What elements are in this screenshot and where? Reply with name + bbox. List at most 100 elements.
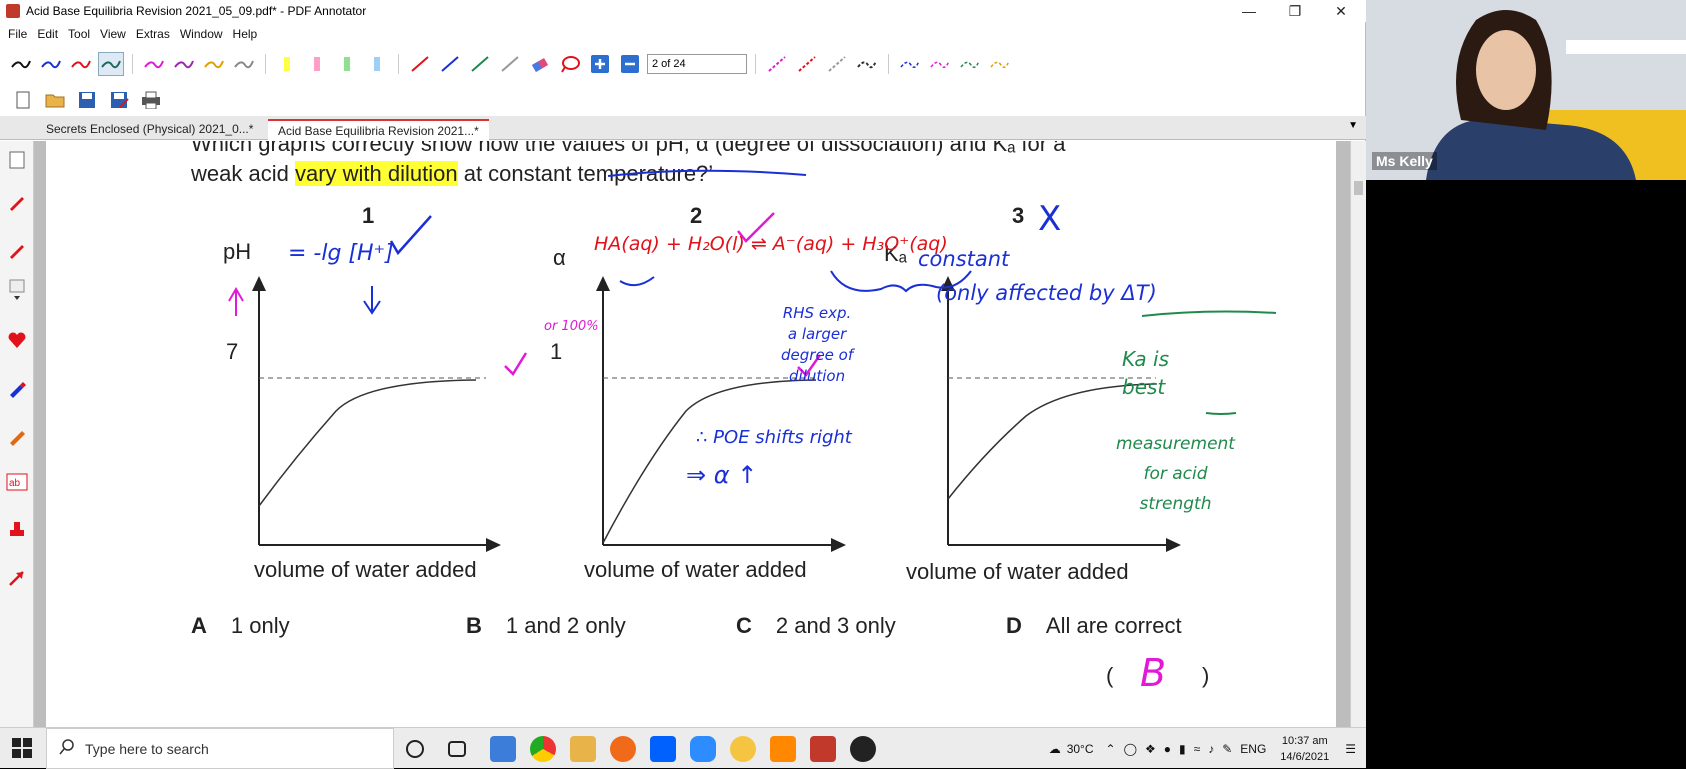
document-view[interactable]: Which graphs correctly show how the valu… — [34, 141, 1350, 727]
volume-icon[interactable]: ♪ — [1208, 742, 1214, 756]
select-tool-icon[interactable] — [4, 147, 30, 173]
favorites-heart-icon[interactable] — [4, 327, 30, 353]
brace-ha — [619, 276, 655, 287]
pen-red-icon[interactable] — [68, 52, 94, 76]
brush-tool-icon[interactable] — [4, 423, 30, 449]
new-document-icon[interactable] — [10, 88, 36, 112]
page-number-field[interactable] — [647, 54, 747, 74]
tick-graph-1-curve — [504, 352, 528, 376]
dash-gray-icon[interactable] — [824, 52, 850, 76]
menu-extras[interactable]: Extras — [136, 27, 170, 41]
zoom-in-icon[interactable] — [587, 52, 613, 76]
network-icon[interactable]: ◯ — [1124, 742, 1137, 756]
file-explorer-icon[interactable] — [490, 736, 516, 762]
firefox-icon[interactable] — [610, 736, 636, 762]
menu-window[interactable]: Window — [180, 27, 223, 41]
folder-icon[interactable] — [570, 736, 596, 762]
pen-purple-icon[interactable] — [171, 52, 197, 76]
tab-secrets-enclosed[interactable]: Secrets Enclosed (Physical) 2021_0...* — [36, 119, 263, 140]
curve-green-icon[interactable] — [957, 52, 983, 76]
menu-tool[interactable]: Tool — [68, 27, 90, 41]
line-red-icon[interactable] — [407, 52, 433, 76]
save-as-icon[interactable] — [106, 88, 132, 112]
measurement-line-2: for acid — [1143, 464, 1208, 484]
wifi-icon[interactable]: ≈ — [1194, 742, 1201, 756]
close-button[interactable]: ✕ — [1318, 0, 1364, 22]
zoom-icon[interactable] — [690, 736, 716, 762]
line-blue-icon[interactable] — [437, 52, 463, 76]
line-gray-icon[interactable] — [497, 52, 523, 76]
vertical-scrollbar[interactable] — [1350, 141, 1366, 727]
highlighter-tool-icon[interactable] — [4, 237, 30, 263]
chevron-up-icon[interactable]: ⌃ — [1106, 742, 1116, 756]
rhs-line-4: dilution — [789, 367, 846, 385]
save-icon[interactable] — [74, 88, 100, 112]
menu-edit[interactable]: Edit — [37, 27, 58, 41]
cortana-icon[interactable] — [406, 740, 424, 758]
underline-constant-temperature — [607, 169, 807, 177]
poe-annotation: ∴ POE shifts right — [696, 427, 852, 448]
pen-gray-icon[interactable] — [231, 52, 257, 76]
line-green-icon[interactable] — [467, 52, 493, 76]
taskbar-search[interactable]: Type here to search — [46, 728, 394, 769]
app-icon[interactable] — [850, 736, 876, 762]
dropbox-tray-icon[interactable]: ❖ — [1145, 742, 1156, 756]
task-view-icon[interactable] — [448, 741, 466, 757]
pen-black-icon[interactable] — [8, 52, 34, 76]
pen-blue-icon[interactable] — [38, 52, 64, 76]
pen-icon[interactable]: ✎ — [1222, 742, 1232, 756]
highlighter-blue-icon[interactable] — [364, 52, 390, 76]
page-panel-icon[interactable] — [4, 277, 30, 303]
ph-formula-annotation: = -lg [H⁺] — [288, 241, 394, 266]
option-d-text: All are correct — [1045, 613, 1182, 638]
vlc-icon[interactable] — [770, 736, 796, 762]
chrome-icon[interactable] — [530, 736, 556, 762]
battery-icon[interactable]: ▮ — [1179, 742, 1186, 756]
notifications-icon[interactable]: ☰ — [1345, 742, 1356, 756]
pen-tool-icon[interactable] — [4, 189, 30, 215]
minimize-button[interactable]: — — [1226, 0, 1272, 22]
tab-acid-base[interactable]: Acid Base Equilibria Revision 2021...* — [268, 119, 489, 140]
print-icon[interactable] — [138, 88, 164, 112]
dash-magenta-icon[interactable] — [764, 52, 790, 76]
pen-green-icon[interactable] — [98, 52, 124, 76]
temperature[interactable]: 30°C — [1067, 742, 1094, 756]
highlighter-green-icon[interactable] — [334, 52, 360, 76]
open-folder-icon[interactable] — [42, 88, 68, 112]
pen-orange-icon[interactable] — [201, 52, 227, 76]
dash-black-icon[interactable] — [854, 52, 880, 76]
tool-sidebar: ab — [0, 141, 34, 727]
arrow-tool-icon[interactable] — [4, 565, 30, 591]
menu-view[interactable]: View — [100, 27, 126, 41]
option-b-text: 1 and 2 only — [505, 613, 626, 638]
pdf-annotator-icon[interactable] — [810, 736, 836, 762]
marker-tool-icon[interactable] — [4, 375, 30, 401]
search-icon — [59, 739, 75, 758]
maximize-button[interactable]: ❐ — [1272, 0, 1318, 22]
language[interactable]: ENG — [1240, 742, 1266, 756]
curve-orange-icon[interactable] — [987, 52, 1013, 76]
clock[interactable]: 10:37 am 14/6/2021 — [1280, 733, 1329, 765]
windows-start-icon[interactable] — [12, 738, 32, 763]
scrollbar-thumb[interactable] — [1354, 181, 1363, 195]
pen-magenta-icon[interactable] — [141, 52, 167, 76]
zoom-out-icon[interactable] — [617, 52, 643, 76]
only-affected-annotation: (only affected by ΔT) — [936, 281, 1157, 305]
menu-help[interactable]: Help — [233, 27, 258, 41]
curve-magenta-icon[interactable] — [927, 52, 953, 76]
eraser-icon[interactable] — [527, 52, 553, 76]
highlighter-yellow-icon[interactable] — [274, 52, 300, 76]
stamp-tool-icon[interactable] — [4, 517, 30, 543]
answer-paren-left: ( — [1106, 663, 1114, 688]
whiteboard-icon[interactable] — [730, 736, 756, 762]
weather-icon[interactable]: ☁ — [1049, 742, 1061, 756]
menu-file[interactable]: File — [8, 27, 27, 41]
lasso-icon[interactable] — [557, 52, 583, 76]
highlighter-pink-icon[interactable] — [304, 52, 330, 76]
dropbox-icon[interactable] — [650, 736, 676, 762]
dash-red-icon[interactable] — [794, 52, 820, 76]
curve-blue-icon[interactable] — [897, 52, 923, 76]
tabs-dropdown-icon[interactable]: ▼ — [1348, 120, 1358, 131]
text-tool-icon[interactable]: ab — [4, 469, 30, 495]
microphone-icon[interactable]: ● — [1164, 742, 1171, 756]
